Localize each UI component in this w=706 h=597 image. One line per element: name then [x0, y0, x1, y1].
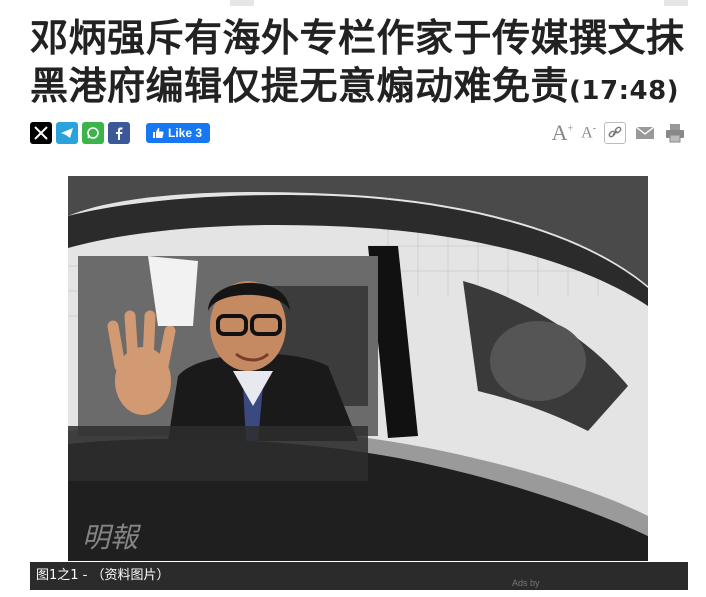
- print-icon: [666, 124, 684, 143]
- photo-watermark: 明報: [82, 521, 139, 554]
- share-bar: [30, 122, 130, 144]
- email-button[interactable]: [634, 122, 656, 144]
- article-time: (17:48): [569, 76, 680, 106]
- facebook-share-button[interactable]: [108, 122, 130, 144]
- telegram-icon: [61, 128, 73, 138]
- email-icon: [635, 126, 655, 139]
- like-label: Like 3: [168, 126, 203, 140]
- top-tab-placeholder: [664, 0, 688, 6]
- ads-label: Ads by: [512, 578, 540, 588]
- facebook-icon: [116, 127, 123, 140]
- font-increase-sign: +: [567, 123, 574, 135]
- photo-illustration: [68, 176, 648, 561]
- photo-caption-bar: 图1之1 - （资料图片）: [30, 562, 688, 590]
- article-title: 邓炳强斥有海外专栏作家于传媒撰文抹黑港府编辑仅提无意煽动难免责(17:48): [30, 14, 696, 115]
- print-button[interactable]: [664, 122, 686, 144]
- link-icon: [608, 126, 622, 138]
- font-increase-letter: A: [551, 120, 568, 145]
- photo-caption: 图1之1 - （资料图片）: [36, 568, 170, 583]
- font-decrease-button[interactable]: A-: [581, 123, 596, 142]
- font-decrease-sign: -: [592, 123, 596, 135]
- facebook-like-button[interactable]: Like 3: [146, 123, 211, 143]
- telegram-share-button[interactable]: [56, 122, 78, 144]
- x-share-button[interactable]: [30, 122, 52, 144]
- font-decrease-letter: A: [581, 124, 593, 142]
- article-photo[interactable]: 明報: [68, 176, 648, 561]
- copy-link-button[interactable]: [604, 122, 626, 144]
- top-tab-placeholder: [230, 0, 254, 6]
- article-tools: A+ A-: [552, 120, 686, 146]
- font-increase-button[interactable]: A+: [552, 120, 574, 146]
- whatsapp-share-button[interactable]: [82, 122, 104, 144]
- thumbs-up-icon: [153, 128, 164, 138]
- x-icon: [34, 126, 48, 140]
- whatsapp-icon: [87, 127, 99, 139]
